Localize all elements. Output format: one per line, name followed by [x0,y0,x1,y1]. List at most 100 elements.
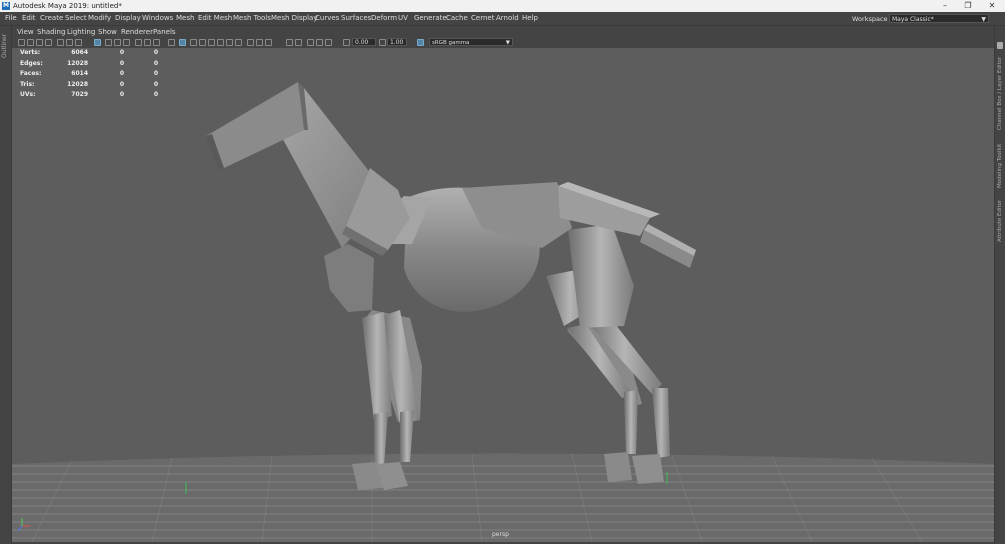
camera-lock-icon[interactable] [325,39,332,46]
menu-modify[interactable]: Modify [88,14,111,22]
hud-value: 6064 [71,49,88,56]
chevron-down-icon: ▼ [981,16,986,23]
sphere-icon[interactable] [265,39,272,46]
lock-icon[interactable] [997,42,1003,49]
isolate-icon[interactable] [256,39,263,46]
isolate-select-icon[interactable] [168,39,175,46]
color-space-dropdown[interactable]: sRGB gamma ▼ [429,38,513,46]
menu-surfaces[interactable]: Surfaces [341,14,371,22]
viewport-persp[interactable]: Verts: 6064 0 0 Edges: 12028 0 0 Faces: … [12,48,994,542]
menu-mesh-tools[interactable]: Mesh Tools [233,14,271,22]
menu-curves[interactable]: Curves [315,14,339,22]
shadows-icon[interactable] [208,39,215,46]
motion-blur-icon[interactable] [226,39,233,46]
smooth-shade-icon[interactable] [144,39,151,46]
menu-select[interactable]: Select [65,14,87,22]
panel-menu-view[interactable]: View [17,28,34,36]
exposure-icon[interactable] [343,39,350,46]
four-panel-icon[interactable] [316,39,323,46]
gamma-field[interactable]: 1.00 [387,38,407,46]
panel-menu-lighting[interactable]: Lighting [67,28,95,36]
screen-space-ao-icon[interactable] [217,39,224,46]
hud-label: Tris: [20,80,35,88]
outliner-tab[interactable]: Outliner [1,34,8,58]
menu-display[interactable]: Display [115,14,141,22]
gate-mask-icon[interactable] [94,39,101,46]
minimize-button[interactable]: – [938,1,952,11]
wireframe-icon[interactable] [135,39,142,46]
camera-attributes-icon[interactable] [27,39,34,46]
menu-cache[interactable]: Cache [446,14,468,22]
anti-aliasing-icon[interactable] [235,39,242,46]
hud-value: 0 [119,70,124,77]
chevron-down-icon: ▼ [505,40,510,46]
xray-joints-icon[interactable] [286,39,293,46]
horse-model[interactable] [206,82,696,490]
menu-edit[interactable]: Edit [22,14,36,22]
hud-value: 0 [119,80,124,88]
hud-value: 7029 [71,91,88,98]
xray-active-icon[interactable] [295,39,302,46]
use-all-lights-icon[interactable] [199,39,206,46]
hud-value: 0 [119,49,124,56]
color-management-icon[interactable] [417,39,424,46]
menu-file[interactable]: File [5,14,17,22]
exposure-field[interactable]: 0.00 [352,38,376,46]
depth-of-field-icon[interactable] [247,39,254,46]
attribute-editor-tab[interactable]: Attribute Editor [997,200,1003,242]
restore-button[interactable]: ❐ [961,1,975,11]
camera-name-label: persp [492,531,509,538]
xray-icon[interactable] [190,39,197,46]
modeling-toolkit-tab[interactable]: Modeling Toolkit [997,144,1003,188]
gamma-icon[interactable] [379,39,386,46]
grid-toggle-icon[interactable] [57,39,64,46]
field-chart-icon[interactable] [105,39,112,46]
hud-value: 12028 [67,80,88,88]
hud-value: 0 [153,70,158,77]
panel-menu-show[interactable]: Show [98,28,117,36]
menu-mesh[interactable]: Mesh [176,14,194,22]
two-panel-icon[interactable] [307,39,314,46]
wireframe-on-shaded-icon[interactable] [179,39,186,46]
workspace-label: Workspace : [852,15,892,23]
menu-windows[interactable]: Windows [142,14,173,22]
film-gate-icon[interactable] [66,39,73,46]
panel-menu-shading[interactable]: Shading [37,28,65,36]
menu-create[interactable]: Create [40,14,63,22]
menu-generate[interactable]: Generate [414,14,447,22]
hud-label: UVs: [20,91,36,98]
window-title: Autodesk Maya 2019: untitled* [13,2,122,10]
textured-icon[interactable] [153,39,160,46]
image-plane-icon[interactable] [45,39,52,46]
hud-value: 0 [119,91,124,98]
channel-box-tab[interactable]: Channel Box / Layer Editor [997,57,1003,130]
hud-value: 6014 [71,70,88,77]
hud-label: Edges: [20,59,43,67]
menu-uv[interactable]: UV [398,14,408,22]
hud-value: 0 [153,91,158,98]
menu-cernet[interactable]: Cernet [471,14,494,22]
bookmarks-icon[interactable] [36,39,43,46]
menu-help[interactable]: Help [522,14,538,22]
close-button[interactable]: ✕ [985,1,999,11]
hud-value: 0 [153,49,158,56]
safe-title-icon[interactable] [123,39,130,46]
right-dock-strip: Channel Box / Layer Editor Modeling Tool… [994,26,1005,544]
hud-value: 0 [153,80,158,88]
ground-grid [12,453,994,542]
safe-action-icon[interactable] [114,39,121,46]
workspace-dropdown[interactable]: Maya Classic* ▼ [889,14,989,23]
scene-canvas[interactable] [12,48,994,542]
panel-menu-panels[interactable]: Panels [153,28,176,36]
panel-menu-renderer[interactable]: Renderer [121,28,153,36]
title-bar: M Autodesk Maya 2019: untitled* – ❐ ✕ [0,0,1005,12]
resolution-gate-icon[interactable] [75,39,82,46]
menu-arnold[interactable]: Arnold [496,14,519,22]
menu-edit-mesh[interactable]: Edit Mesh [198,14,232,22]
select-camera-icon[interactable] [18,39,25,46]
workspace-value: Maya Classic* [892,16,934,23]
menu-mesh-display[interactable]: Mesh Display [271,14,317,22]
hud-value: 12028 [67,59,88,67]
menu-deform[interactable]: Deform [371,14,397,22]
panel-menu-bar: View Shading Lighting Show Renderer Pane… [12,27,994,37]
